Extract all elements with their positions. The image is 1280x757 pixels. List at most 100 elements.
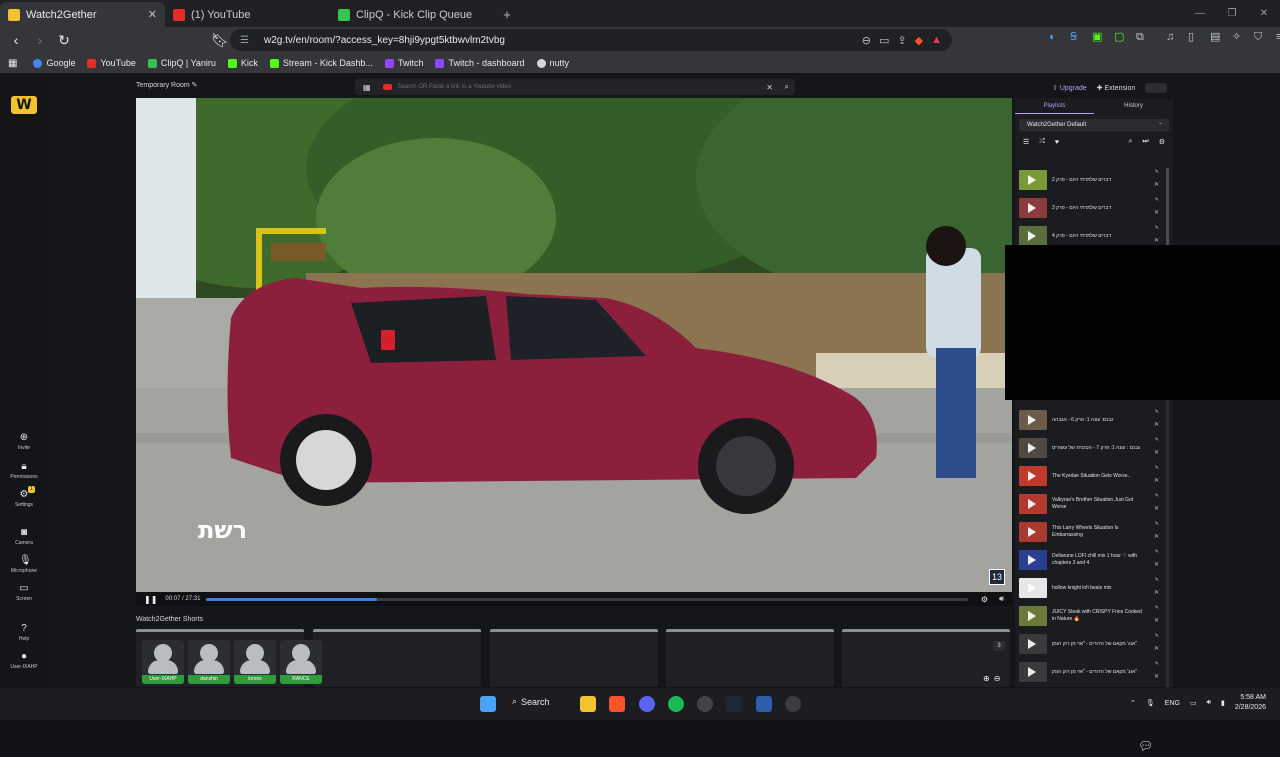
edit-icon[interactable]: ✎ xyxy=(1155,577,1159,583)
extension-button[interactable]: ✚ Extension xyxy=(1097,84,1136,92)
edit-icon[interactable]: ✎ xyxy=(1155,465,1159,471)
edit-icon[interactable]: ✎ xyxy=(1155,549,1159,555)
video-search-bar[interactable]: ▦ Search OR Paste a link to a Youtube vi… xyxy=(355,79,795,95)
windows-start-icon[interactable] xyxy=(480,696,496,712)
bookmark-clipq[interactable]: ClipQ | Yaniru xyxy=(147,58,216,68)
remove-icon[interactable]: ✕ xyxy=(1154,561,1159,568)
app-icon[interactable] xyxy=(756,696,772,712)
grid-icon[interactable]: ▦ xyxy=(363,83,371,92)
bookmark-icon[interactable]: 🔖︎ xyxy=(210,30,230,50)
tab-youtube[interactable]: (1) YouTube xyxy=(165,2,330,27)
remove-icon[interactable]: ✕ xyxy=(1154,237,1159,244)
bookmark-kick-dashboard[interactable]: Stream - Kick Dashb... xyxy=(269,58,373,68)
edit-icon[interactable]: ✎ xyxy=(1155,437,1159,443)
playlist-item[interactable]: אנג' מקאם של הדורים - "אזי מן רוק הומן" ✎… xyxy=(1015,658,1173,686)
volume-icon[interactable]: 🔊︎ xyxy=(999,594,1004,604)
back-icon[interactable]: ‹ xyxy=(6,30,26,50)
short-card[interactable] xyxy=(490,629,658,687)
forward-icon[interactable]: › xyxy=(30,30,50,50)
playlist-item[interactable]: JUICY Steak with CRISPY Fries Cooked in … xyxy=(1015,602,1173,630)
shuffle-icon[interactable]: ⤮ xyxy=(1039,138,1045,146)
share-icon[interactable]: ⇪ xyxy=(897,34,906,47)
app-icon[interactable] xyxy=(785,696,801,712)
remove-icon[interactable]: ✕ xyxy=(1154,505,1159,512)
address-bar[interactable]: ☰ w2g.tv/en/room/?access_key=8hji9ypgt5k… xyxy=(230,29,952,51)
playlist-item[interactable]: דברים שלמדתי היום - פרק 2 ✎ ✕ xyxy=(1015,166,1173,194)
playlist-item[interactable]: The Kyedae Situation Gets Worse.. ✎ ✕ xyxy=(1015,462,1173,490)
edit-icon[interactable]: ✎ xyxy=(1155,633,1159,639)
search-icon[interactable]: ⌕ xyxy=(785,82,789,92)
bookmark-youtube[interactable]: YouTube xyxy=(87,58,136,68)
restore-icon[interactable]: ❐ xyxy=(1216,0,1248,27)
brave-rewards-icon[interactable]: ▲ xyxy=(931,34,942,47)
obs-icon[interactable] xyxy=(697,696,713,712)
invite-button[interactable]: ⊕ Invite xyxy=(4,433,44,452)
chevron-up-icon[interactable]: ⌃ xyxy=(1130,699,1136,707)
vpn-icon[interactable]: ⛉ xyxy=(1254,31,1266,43)
layout-select[interactable] xyxy=(1145,83,1168,93)
pause-icon[interactable]: ❚❚ xyxy=(144,595,157,604)
gear-icon[interactable]: ⚙ xyxy=(1159,138,1165,146)
bookmark-google[interactable]: Google xyxy=(33,58,75,68)
edit-icon[interactable]: ✎ xyxy=(1155,197,1159,203)
file-explorer-icon[interactable] xyxy=(580,696,596,712)
help-button[interactable]: ? Help xyxy=(4,624,44,643)
edit-icon[interactable]: ✎ xyxy=(1155,605,1159,611)
edit-icon[interactable]: ✎ xyxy=(1155,493,1159,499)
network-icon[interactable]: ▭ xyxy=(1190,699,1197,707)
cast-icon[interactable]: ▭ xyxy=(879,34,889,47)
tab-history[interactable]: History xyxy=(1094,98,1173,114)
remove-icon[interactable]: ✕ xyxy=(1154,589,1159,596)
music-icon[interactable]: ♫ xyxy=(1166,31,1178,43)
playlist-item[interactable]: This Larry Wheels Situation Is Embarrass… xyxy=(1015,518,1173,546)
wallet-icon[interactable]: ▤ xyxy=(1210,31,1222,43)
battery-icon[interactable]: ▮ xyxy=(1221,699,1225,707)
taskbar-search[interactable]: ⌕ Search xyxy=(512,696,550,707)
video-player[interactable]: רשת 13 xyxy=(136,98,1012,592)
tab-clipq[interactable]: ClipQ - Kick Clip Queue xyxy=(330,2,495,27)
playlist-item[interactable]: Deltarune LOFI chill mix 1 hour ♡ with c… xyxy=(1015,546,1173,574)
playlist-item[interactable]: אנג' מקאם של הדורים - "אזי מן רוק הומן" ✎… xyxy=(1015,630,1173,658)
sidebar-icon[interactable]: ▯ xyxy=(1188,31,1200,43)
player-settings-icon[interactable]: ⚙ xyxy=(981,595,988,604)
settings-button[interactable]: ⚙ Settings 1 xyxy=(4,486,44,508)
playlist-item[interactable]: Valkyrae's Brother Situation Just Got Wo… xyxy=(1015,490,1173,518)
edit-icon[interactable]: ✎ xyxy=(1155,169,1159,175)
volume-icon[interactable]: 🔊︎ xyxy=(1207,699,1211,707)
remove-icon[interactable]: ✕ xyxy=(1154,617,1159,624)
extension-green-icon[interactable]: ▢ xyxy=(1114,31,1126,43)
edit-icon[interactable]: ✎ xyxy=(1155,661,1159,667)
watch2gether-logo[interactable]: W xyxy=(11,96,37,114)
language-indicator[interactable]: ENG xyxy=(1165,700,1180,707)
steam-icon[interactable] xyxy=(726,696,742,712)
tab-playlists[interactable]: Playlists xyxy=(1015,98,1094,114)
upgrade-button[interactable]: ⇧ Upgrade xyxy=(1052,84,1087,92)
discord-icon[interactable] xyxy=(639,696,655,712)
playlist-item[interactable]: דברים שלמדתי היום - פרק 3 ✎ ✕ xyxy=(1015,194,1173,222)
playlist-item[interactable]: גבנם: עונה 1: פרק 6 - הגבהה ✎ ✕ xyxy=(1015,406,1173,434)
tab-watch2gether[interactable]: Watch2Gether ✕ xyxy=(0,2,165,27)
close-window-icon[interactable]: ✕ xyxy=(1248,0,1280,27)
bookmark-twitch-dashboard[interactable]: Twitch - dashboard xyxy=(435,58,525,68)
edit-icon[interactable]: ✎ xyxy=(1155,521,1159,527)
clear-search-icon[interactable]: ✕ xyxy=(766,83,773,92)
zoom-in-icon[interactable]: ⊕ xyxy=(983,674,990,683)
remove-icon[interactable]: ✕ xyxy=(1154,181,1159,188)
edit-room-icon[interactable]: ✎ xyxy=(192,82,198,89)
edit-icon[interactable]: ✎ xyxy=(1155,409,1159,415)
microphone-button[interactable]: 🎙︎ Microphone xyxy=(4,556,44,575)
bookmark-nutty[interactable]: nutty xyxy=(536,58,569,68)
reload-icon[interactable]: ↻ xyxy=(54,30,74,50)
microphone-icon[interactable]: 🎙︎ xyxy=(1146,699,1155,707)
remove-icon[interactable]: ✕ xyxy=(1154,645,1159,652)
apps-grid-icon[interactable]: ▦ xyxy=(8,58,17,69)
extension-battery-icon[interactable]: ▣ xyxy=(1092,31,1104,43)
playlist-select[interactable]: Watch2Gether Default xyxy=(1019,117,1169,131)
user-button[interactable]: ● User-IXAHP xyxy=(4,652,44,671)
chat-icon[interactable]: 💬︎ xyxy=(1138,739,1158,757)
screen-button[interactable]: ▭ Screen xyxy=(4,584,44,603)
site-info-icon[interactable]: ☰ xyxy=(240,35,254,46)
leo-icon[interactable]: ✧ xyxy=(1232,31,1244,43)
permissions-button[interactable]: 🔒︎ Permissions xyxy=(4,462,44,481)
spotify-icon[interactable] xyxy=(668,696,684,712)
